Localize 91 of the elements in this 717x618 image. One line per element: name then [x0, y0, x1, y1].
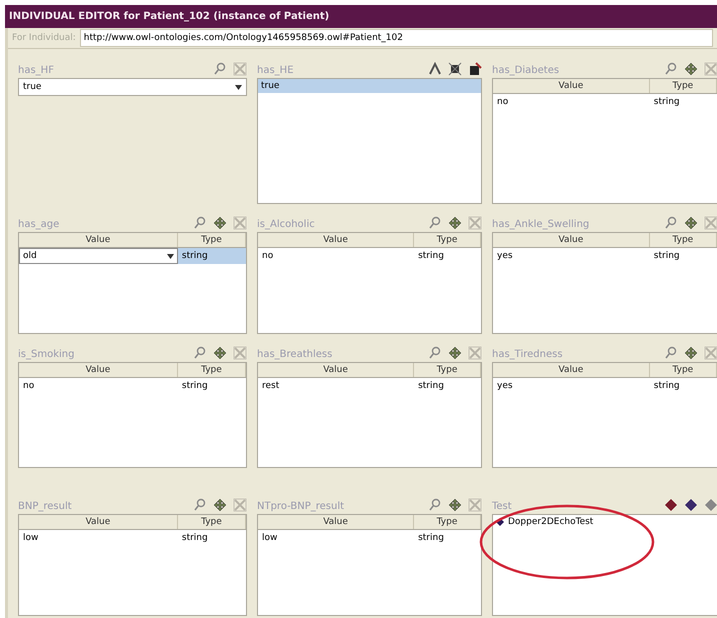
instance-icon[interactable]: [684, 498, 698, 512]
table-cell-text: string: [417, 380, 445, 393]
search-icon[interactable]: [664, 216, 678, 230]
column-header[interactable]: Value: [258, 515, 414, 529]
dropdown-arrow-icon[interactable]: [166, 254, 174, 258]
property-label: NTpro-BNP_result: [257, 501, 344, 512]
property-label: has_age: [18, 219, 60, 230]
property-label: is_Alcoholic: [257, 219, 315, 230]
remove-icon[interactable]: [468, 346, 482, 360]
add-icon[interactable]: [448, 216, 462, 230]
table-cell[interactable]: old: [19, 248, 178, 264]
property-label: has_HE: [257, 65, 294, 76]
remove-icon[interactable]: [233, 216, 247, 230]
property-label: is_Smoking: [18, 349, 74, 360]
table-cell-text: string: [652, 380, 681, 393]
delete-icon[interactable]: [468, 62, 482, 76]
add-icon[interactable]: [213, 346, 227, 360]
table-cell[interactable]: yes: [493, 378, 650, 394]
add-icon[interactable]: [684, 216, 698, 230]
instance-icon: [496, 518, 504, 526]
column-header[interactable]: Type: [650, 233, 717, 247]
table-cell[interactable]: no: [493, 94, 650, 110]
column-header[interactable]: Type: [178, 233, 246, 247]
remove-icon[interactable]: [233, 62, 247, 76]
table-cell[interactable]: rest: [258, 378, 414, 394]
table-cell-text: string: [180, 380, 209, 393]
remove-icon[interactable]: [233, 498, 247, 512]
search-icon[interactable]: [193, 498, 207, 512]
dropdown-arrow-icon[interactable]: [235, 84, 242, 90]
search-icon[interactable]: [664, 346, 678, 360]
table-cell[interactable]: no: [258, 248, 414, 264]
remove-icon[interactable]: [704, 346, 717, 360]
column-header[interactable]: Type: [414, 363, 481, 377]
table-cell-text: string: [652, 96, 681, 109]
table-cell-text: string: [652, 250, 681, 263]
column-header[interactable]: Type: [178, 363, 246, 377]
remove-icon[interactable]: [233, 346, 247, 360]
table-cell[interactable]: no: [19, 378, 178, 394]
property-label: has_Ankle_Swelling: [492, 219, 590, 230]
value-dropdown[interactable]: true: [18, 78, 247, 96]
column-header[interactable]: Value: [19, 233, 178, 247]
create-icon[interactable]: [448, 62, 462, 76]
table-cell[interactable]: yes: [493, 248, 650, 264]
add-icon[interactable]: [684, 346, 698, 360]
table-cell[interactable]: low: [19, 530, 178, 546]
table-cell: string: [178, 248, 246, 264]
column-header[interactable]: Value: [493, 363, 650, 377]
property-label: has_HF: [18, 65, 54, 76]
column-header[interactable]: Type: [178, 515, 246, 529]
property-label: BNP_result: [18, 501, 72, 512]
property-label: has_Tiredness: [492, 349, 563, 360]
property-label: Test: [492, 501, 512, 512]
column-header[interactable]: Value: [493, 79, 650, 93]
list-item[interactable]: Dopper2DEchoTest: [493, 515, 717, 529]
search-icon[interactable]: [428, 498, 442, 512]
list-item[interactable]: true: [258, 79, 481, 93]
search-icon[interactable]: [428, 346, 442, 360]
field-label: For Individual:: [12, 33, 76, 43]
add-icon[interactable]: [213, 498, 227, 512]
search-icon[interactable]: [193, 346, 207, 360]
remove-icon[interactable]: [704, 216, 717, 230]
property-label: has_Diabetes: [492, 65, 560, 76]
window-title: INDIVIDUAL EDITOR for Patient_102 (instance of Patient): [5, 5, 717, 28]
remove-icon[interactable]: [468, 498, 482, 512]
table-cell-text: string: [180, 532, 209, 545]
add-value-icon[interactable]: [428, 62, 442, 76]
url-field[interactable]: http://www.owl-ontologies.com/Ontology1465958569.owl#Patient_102: [80, 29, 713, 47]
add-icon[interactable]: [448, 498, 462, 512]
column-header[interactable]: Type: [650, 79, 717, 93]
add-icon[interactable]: [213, 216, 227, 230]
instance-icon[interactable]: [664, 498, 678, 512]
column-header[interactable]: Type: [650, 363, 717, 377]
table-cell-text: string: [417, 532, 445, 545]
column-header[interactable]: Value: [258, 233, 414, 247]
add-icon[interactable]: [448, 346, 462, 360]
column-header[interactable]: Value: [19, 515, 178, 529]
column-header[interactable]: Type: [414, 233, 481, 247]
property-label: has_Breathless: [257, 349, 332, 360]
column-header[interactable]: Type: [414, 515, 481, 529]
column-header[interactable]: Value: [493, 233, 650, 247]
remove-icon[interactable]: [468, 216, 482, 230]
table-cell[interactable]: low: [258, 530, 414, 546]
column-header[interactable]: Value: [19, 363, 178, 377]
search-icon[interactable]: [428, 216, 442, 230]
search-icon[interactable]: [213, 62, 227, 76]
table-cell-text: string: [417, 250, 445, 263]
remove-icon[interactable]: [704, 62, 717, 76]
add-icon[interactable]: [684, 62, 698, 76]
column-header[interactable]: Value: [258, 363, 414, 377]
search-icon[interactable]: [193, 216, 207, 230]
search-icon[interactable]: [664, 62, 678, 76]
